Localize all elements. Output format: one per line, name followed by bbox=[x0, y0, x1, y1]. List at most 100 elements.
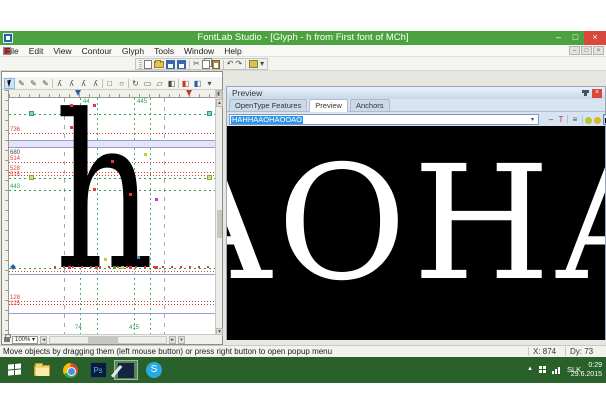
clock[interactable]: 0:29 29.6.2015 bbox=[571, 361, 602, 379]
edit-tool-icon[interactable] bbox=[4, 77, 15, 89]
taskbar-skype[interactable]: S bbox=[142, 360, 166, 380]
taskbar-chrome[interactable] bbox=[58, 360, 82, 380]
menu-edit[interactable]: Edit bbox=[24, 45, 49, 57]
tab-opentype-features[interactable]: OpenType Features bbox=[229, 99, 308, 111]
taskbar-file-explorer[interactable] bbox=[30, 360, 54, 380]
knife-tool-icon[interactable]: ʎ bbox=[54, 78, 65, 89]
scale-tool-icon[interactable]: ▭ bbox=[142, 78, 153, 89]
save-all-icon[interactable] bbox=[177, 59, 186, 69]
pencil-tool-icon[interactable]: ✎ bbox=[16, 78, 27, 89]
copy-icon[interactable] bbox=[201, 59, 210, 69]
restore-button[interactable]: □ bbox=[567, 31, 584, 45]
guide-handle[interactable] bbox=[29, 111, 34, 116]
control-point[interactable] bbox=[104, 258, 107, 261]
left-sidebearing-marker[interactable] bbox=[75, 90, 81, 96]
control-point[interactable] bbox=[70, 126, 73, 129]
guides-tool-icon[interactable]: ◧ bbox=[192, 78, 203, 89]
corner-options-icon[interactable]: ▾ bbox=[178, 335, 186, 344]
menu-help[interactable]: Help bbox=[219, 45, 246, 57]
action-center-icon[interactable] bbox=[539, 366, 547, 374]
rotate-tool-icon[interactable]: ↻ bbox=[130, 78, 141, 89]
magic-wand-tool-icon[interactable]: ʎ bbox=[78, 78, 89, 89]
control-point[interactable] bbox=[70, 104, 73, 107]
preview-render-area[interactable]: AOHA bbox=[227, 126, 605, 340]
properties-button[interactable]: ◧ bbox=[216, 90, 223, 98]
zoom-level-select[interactable]: 100% ▾ bbox=[12, 335, 39, 344]
menu-view[interactable]: View bbox=[48, 45, 76, 57]
tab-anchors[interactable]: Anchors bbox=[349, 99, 390, 111]
open-icon[interactable] bbox=[154, 59, 164, 68]
preview-panel-titlebar[interactable]: Preview × bbox=[227, 87, 605, 99]
ellipse-tool-icon[interactable]: ○ bbox=[116, 78, 127, 89]
vertical-ruler[interactable] bbox=[2, 90, 9, 336]
scroll-right-icon[interactable]: ► bbox=[169, 335, 177, 344]
control-point[interactable] bbox=[155, 198, 158, 201]
lock-icon[interactable] bbox=[4, 334, 11, 342]
redo-icon[interactable]: ↷ bbox=[235, 59, 242, 69]
scroll-thumb[interactable] bbox=[88, 336, 119, 343]
taskbar-photoshop[interactable]: Ps bbox=[86, 360, 110, 380]
control-point[interactable] bbox=[144, 153, 147, 156]
menu-file[interactable]: File bbox=[0, 45, 24, 57]
right-sidebearing-marker[interactable] bbox=[186, 90, 192, 96]
control-point[interactable] bbox=[93, 104, 96, 107]
contour-tool-icon[interactable]: ✎ bbox=[40, 78, 51, 89]
control-point[interactable] bbox=[93, 188, 96, 191]
sample-text-input[interactable]: HAHHAAOHAOOAO ▾ bbox=[229, 114, 539, 125]
vertical-scrollbar[interactable]: ◧ ▲ ▼ bbox=[215, 90, 223, 336]
menu-window[interactable]: Window bbox=[179, 45, 219, 57]
paste-icon[interactable] bbox=[211, 59, 220, 69]
meter-tool-icon[interactable]: ◧ bbox=[180, 78, 191, 89]
preview-close-button[interactable]: × bbox=[592, 89, 602, 98]
hint-line[interactable] bbox=[9, 271, 217, 272]
guide-handle[interactable] bbox=[207, 111, 212, 116]
mdi-restore-button[interactable]: □ bbox=[581, 46, 592, 55]
new-icon[interactable] bbox=[144, 59, 152, 69]
start-button[interactable] bbox=[8, 363, 21, 376]
tab-preview[interactable]: Preview bbox=[309, 99, 348, 112]
mdi-minimize-button[interactable]: – bbox=[569, 46, 580, 55]
undo-icon[interactable]: ↶ bbox=[227, 59, 234, 69]
sample-minus-icon[interactable]: – bbox=[546, 114, 556, 125]
close-button[interactable]: × bbox=[584, 31, 606, 45]
control-point[interactable] bbox=[95, 266, 98, 269]
toolbar-grip[interactable] bbox=[139, 59, 142, 69]
vw-tool-icon[interactable]: ʎ bbox=[90, 78, 101, 89]
pin-icon[interactable] bbox=[582, 90, 589, 96]
menu-tools[interactable]: Tools bbox=[149, 45, 179, 57]
eraser-tool-icon[interactable]: ʎ bbox=[66, 78, 77, 89]
toolbar-options-icon[interactable]: ▾ bbox=[260, 59, 264, 69]
color-preview-2-icon[interactable] bbox=[594, 117, 601, 124]
hint-line[interactable] bbox=[9, 304, 217, 305]
rectangle-tool-icon[interactable]: □ bbox=[104, 78, 115, 89]
horizontal-ruler[interactable] bbox=[9, 90, 217, 98]
glyph-canvas[interactable]: 44 445 736 680 514 528 515 44 bbox=[9, 98, 217, 336]
control-point[interactable] bbox=[68, 266, 71, 269]
tray-chevron-icon[interactable]: ▲ bbox=[527, 366, 533, 372]
guide-handle[interactable] bbox=[207, 175, 212, 180]
menu-glyph[interactable]: Glyph bbox=[117, 45, 149, 57]
control-point[interactable] bbox=[129, 193, 132, 196]
control-point[interactable] bbox=[129, 266, 132, 269]
taskbar-fontlab[interactable] bbox=[114, 360, 138, 380]
guide-handle[interactable] bbox=[29, 175, 34, 180]
text-flow-icon[interactable]: T bbox=[556, 114, 566, 125]
save-icon[interactable] bbox=[166, 59, 175, 69]
color-preview-icon[interactable] bbox=[585, 117, 592, 124]
tools-options-icon[interactable]: ▾ bbox=[204, 78, 215, 89]
font-info-icon[interactable] bbox=[249, 60, 259, 68]
hint-line[interactable] bbox=[9, 301, 217, 302]
draw-tool-icon[interactable]: ✎ bbox=[28, 78, 39, 89]
transform-tool-icon[interactable]: ◧ bbox=[166, 78, 177, 89]
cut-icon[interactable]: ✂ bbox=[193, 59, 200, 69]
minimize-button[interactable]: – bbox=[550, 31, 567, 45]
control-point[interactable] bbox=[111, 160, 114, 163]
menu-contour[interactable]: Contour bbox=[77, 45, 117, 57]
control-point[interactable] bbox=[155, 266, 158, 269]
list-view-icon[interactable]: ≡ bbox=[570, 114, 580, 125]
scroll-up-icon[interactable]: ▲ bbox=[216, 99, 223, 107]
control-point[interactable] bbox=[137, 256, 140, 259]
network-icon[interactable] bbox=[552, 367, 562, 374]
control-point[interactable] bbox=[121, 266, 124, 269]
scroll-left-icon[interactable]: ◄ bbox=[40, 335, 48, 344]
